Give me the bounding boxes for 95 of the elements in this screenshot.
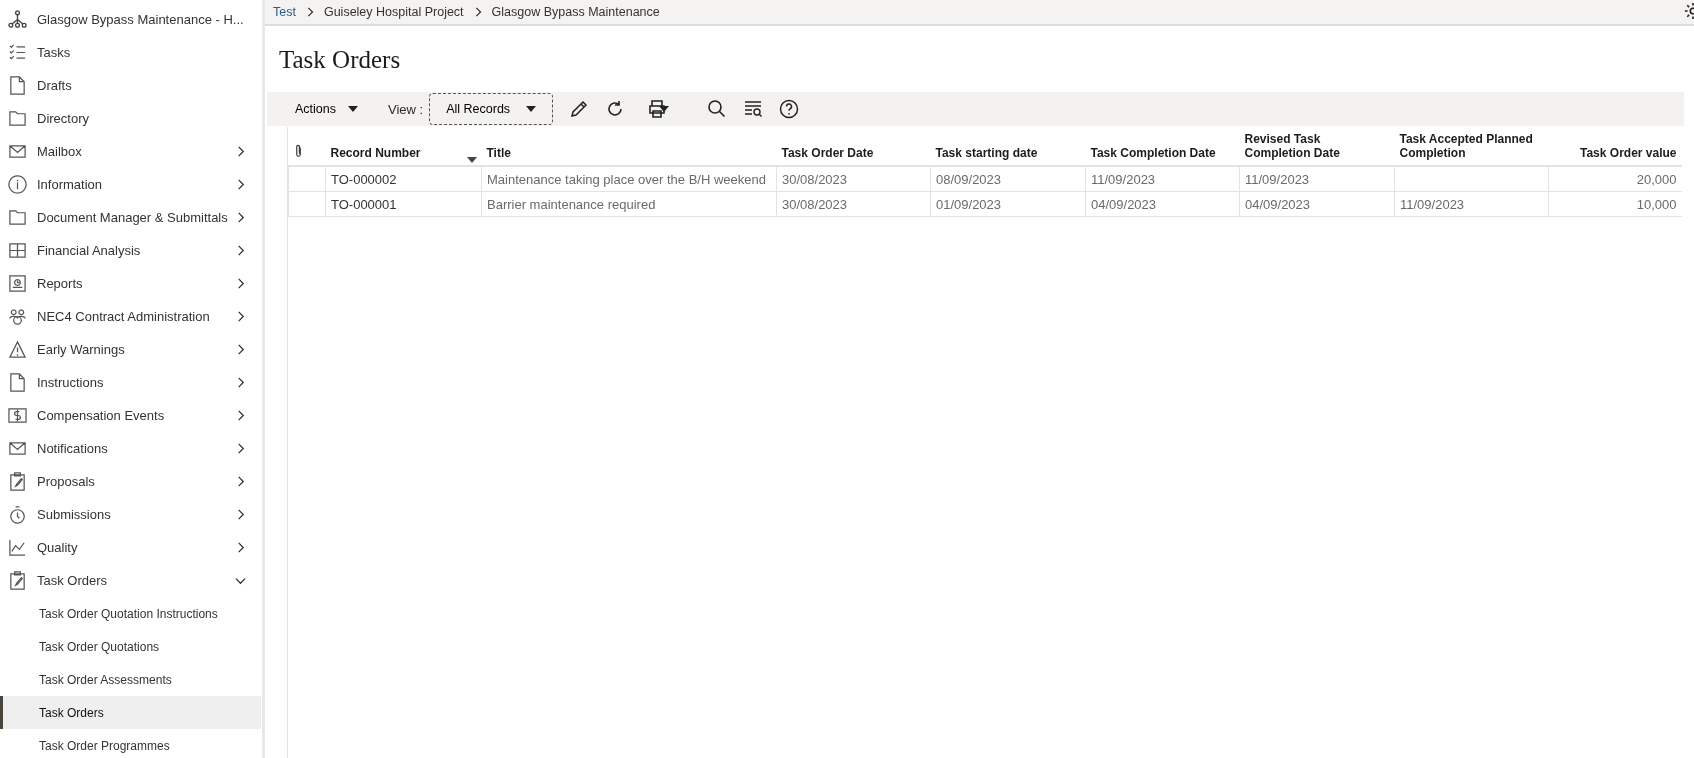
hierarchy-icon: [8, 10, 27, 29]
sort-caret-icon[interactable]: [466, 157, 477, 163]
table-cell: 20,000: [1636, 171, 1677, 187]
sidebar-item[interactable]: Tasks: [0, 36, 262, 69]
report-icon: [8, 274, 27, 293]
warning-icon: [8, 340, 27, 359]
sidebar-item[interactable]: Task Orders: [0, 564, 262, 597]
actions-menu-button[interactable]: Actions: [289, 98, 364, 120]
column-header[interactable]: Task Order Date: [781, 147, 874, 161]
table-cell: 04/09/2023: [1091, 196, 1157, 212]
submenu-item[interactable]: Task Order Programmes: [0, 729, 261, 758]
sidebar-item[interactable]: Financial Analysis: [0, 234, 262, 267]
document-icon: [8, 76, 27, 95]
sidebar-item[interactable]: Document Manager & Submittals: [0, 201, 262, 234]
folder-icon: [8, 109, 27, 128]
line-chart-icon: [8, 538, 27, 557]
view-label: View :: [388, 101, 424, 117]
sidebar-item[interactable]: Instructions: [0, 366, 262, 399]
chevron-right-icon[interactable]: [235, 443, 246, 454]
chevron-right-icon[interactable]: [235, 311, 246, 322]
chevron-right-icon[interactable]: [235, 212, 246, 223]
view-dropdown[interactable]: All Records: [429, 93, 554, 125]
sidebar-item[interactable]: Compensation Events: [0, 399, 262, 432]
chevron-right-icon[interactable]: [235, 146, 246, 157]
column-header[interactable]: Task starting date: [935, 147, 1038, 161]
table-cell: 10,000: [1636, 196, 1677, 212]
chevron-right-icon[interactable]: [235, 410, 246, 421]
sidebar-item[interactable]: Notifications: [0, 432, 262, 465]
project-name[interactable]: Glasgow Bypass Maintenance - H...: [37, 12, 246, 27]
table-cell: 11/09/2023: [1400, 196, 1465, 212]
sidebar-item[interactable]: Quality: [0, 531, 262, 564]
chevron-right-icon[interactable]: [235, 179, 246, 190]
column-header[interactable]: Task Completion Date: [1090, 147, 1216, 161]
sidebar-item[interactable]: Mailbox: [0, 135, 262, 168]
sidebar-item[interactable]: Information: [0, 168, 262, 201]
table-cell: 11/09/2023: [1245, 171, 1310, 187]
printer-icon[interactable]: [647, 99, 668, 119]
dollar-icon: [8, 406, 27, 425]
column-header[interactable]: Record Number: [330, 147, 421, 161]
paperclip-icon: [293, 144, 303, 158]
table-cell: 08/09/2023: [936, 171, 1002, 187]
stopwatch-icon: [8, 505, 27, 524]
submenu-item[interactable]: Task Order Quotation Instructions: [0, 597, 261, 630]
table-cell: 11/09/2023: [1091, 171, 1156, 187]
search-icon[interactable]: [707, 99, 728, 119]
chevron-right-icon[interactable]: [235, 509, 246, 520]
table-cell: Maintenance taking place over the B/H weekend: [487, 171, 766, 187]
table-cell: TO-000001: [331, 196, 397, 212]
page-title: Task Orders: [279, 46, 402, 75]
chevron-right-icon[interactable]: [235, 245, 246, 256]
sidebar-item[interactable]: Reports: [0, 267, 262, 300]
clipboard-icon: [8, 472, 27, 491]
envelope-icon: [8, 439, 27, 458]
sidebar-item[interactable]: Early Warnings: [0, 333, 262, 366]
caret-icon: [526, 106, 537, 112]
people-icon: [8, 307, 27, 326]
chevron-right-icon[interactable]: [235, 476, 246, 487]
table-cell: 04/09/2023: [1245, 196, 1311, 212]
submenu-item[interactable]: Task Orders: [0, 696, 261, 729]
sidebar-item[interactable]: Directory: [0, 102, 262, 135]
filter-search-icon[interactable]: [743, 99, 764, 119]
checklist-icon: [8, 43, 27, 62]
sidebar-item[interactable]: Proposals: [0, 465, 262, 498]
chevron-right-icon[interactable]: [235, 377, 246, 388]
breadcrumb-link[interactable]: Glasgow Bypass Maintenance: [491, 5, 660, 19]
chevron-right-icon[interactable]: [235, 542, 246, 553]
table-cell: TO-000002: [331, 171, 397, 187]
table-cell: 30/08/2023: [782, 171, 848, 187]
breadcrumb-link[interactable]: Test: [273, 5, 296, 19]
table-cell: 30/08/2023: [782, 196, 848, 212]
folder-icon: [8, 208, 27, 227]
pencil-icon[interactable]: [569, 99, 590, 119]
table-cell: 01/09/2023: [936, 196, 1002, 212]
column-header[interactable]: Revised Task Completion Date: [1244, 133, 1390, 161]
chevron-down-icon[interactable]: [235, 575, 246, 586]
submenu-item[interactable]: Task Order Assessments: [0, 663, 261, 696]
envelope-icon: [8, 142, 27, 161]
spreadsheet-icon: [8, 241, 27, 260]
sidebar-item[interactable]: Submissions: [0, 498, 262, 531]
column-header[interactable]: Task Accepted Planned Completion: [1399, 133, 1544, 161]
breadcrumb-link[interactable]: Guiseley Hospital Project: [323, 5, 464, 19]
table-cell: Barrier maintenance required: [487, 196, 656, 212]
submenu-item[interactable]: Task Order Quotations: [0, 630, 261, 663]
sidebar-item[interactable]: Drafts: [0, 69, 262, 102]
caret-icon: [348, 106, 358, 112]
chevron-right-icon[interactable]: [235, 344, 246, 355]
document-icon: [8, 373, 27, 392]
caret-icon[interactable]: [659, 106, 670, 112]
chevron-right-icon[interactable]: [235, 278, 246, 289]
help-icon[interactable]: [779, 99, 800, 119]
column-header[interactable]: Task Order value: [1580, 147, 1677, 161]
column-header[interactable]: Title: [486, 147, 511, 161]
sidebar-item[interactable]: NEC4 Contract Administration: [0, 300, 262, 333]
clipboard-icon: [8, 571, 27, 590]
info-icon: [8, 175, 27, 194]
